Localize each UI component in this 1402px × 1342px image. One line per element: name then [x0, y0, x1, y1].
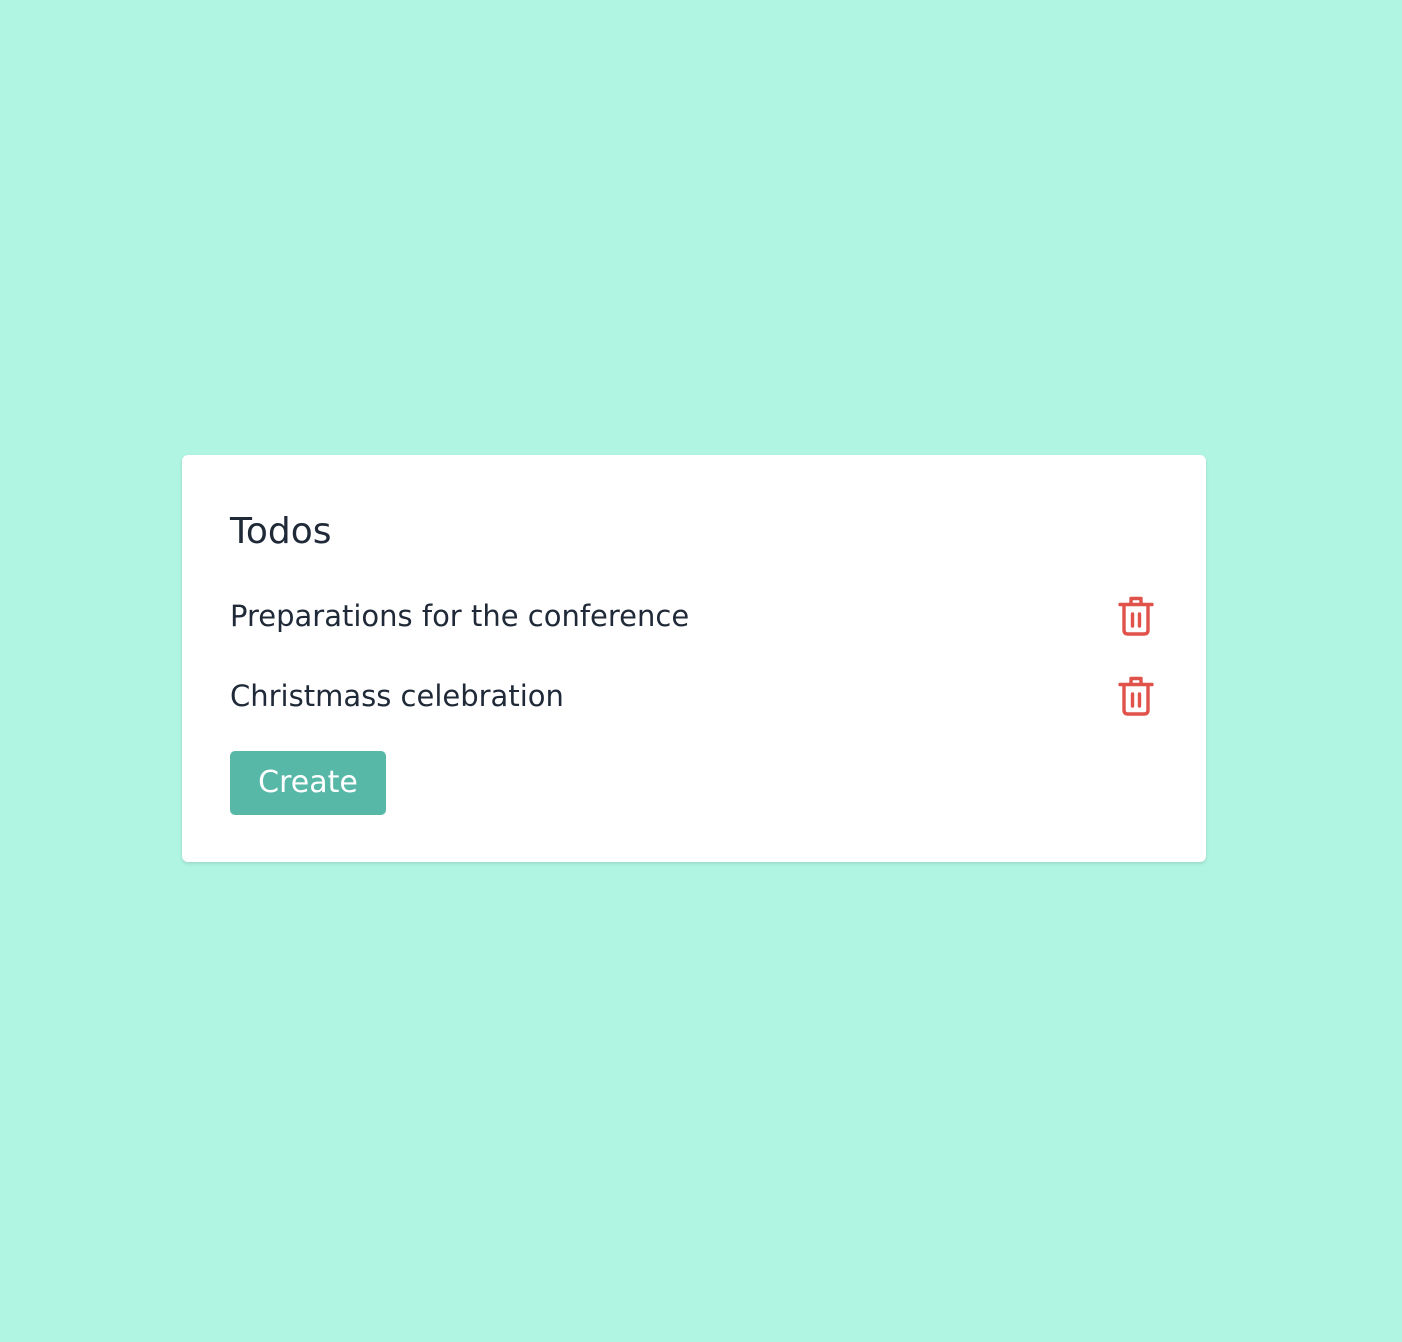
- todo-item-text: Preparations for the conference: [230, 599, 690, 633]
- delete-todo-button[interactable]: [1116, 674, 1156, 718]
- todo-item-text: Christmass celebration: [230, 679, 564, 713]
- delete-todo-button[interactable]: [1116, 594, 1156, 638]
- create-button[interactable]: Create: [230, 751, 386, 815]
- trash-icon: [1118, 596, 1154, 636]
- trash-icon: [1118, 676, 1154, 716]
- card-title: Todos: [230, 511, 332, 552]
- todo-item: Christmass celebration: [230, 672, 1158, 720]
- todo-item: Preparations for the conference: [230, 592, 1158, 640]
- todos-card: Todos Preparations for the conference Ch…: [182, 455, 1206, 862]
